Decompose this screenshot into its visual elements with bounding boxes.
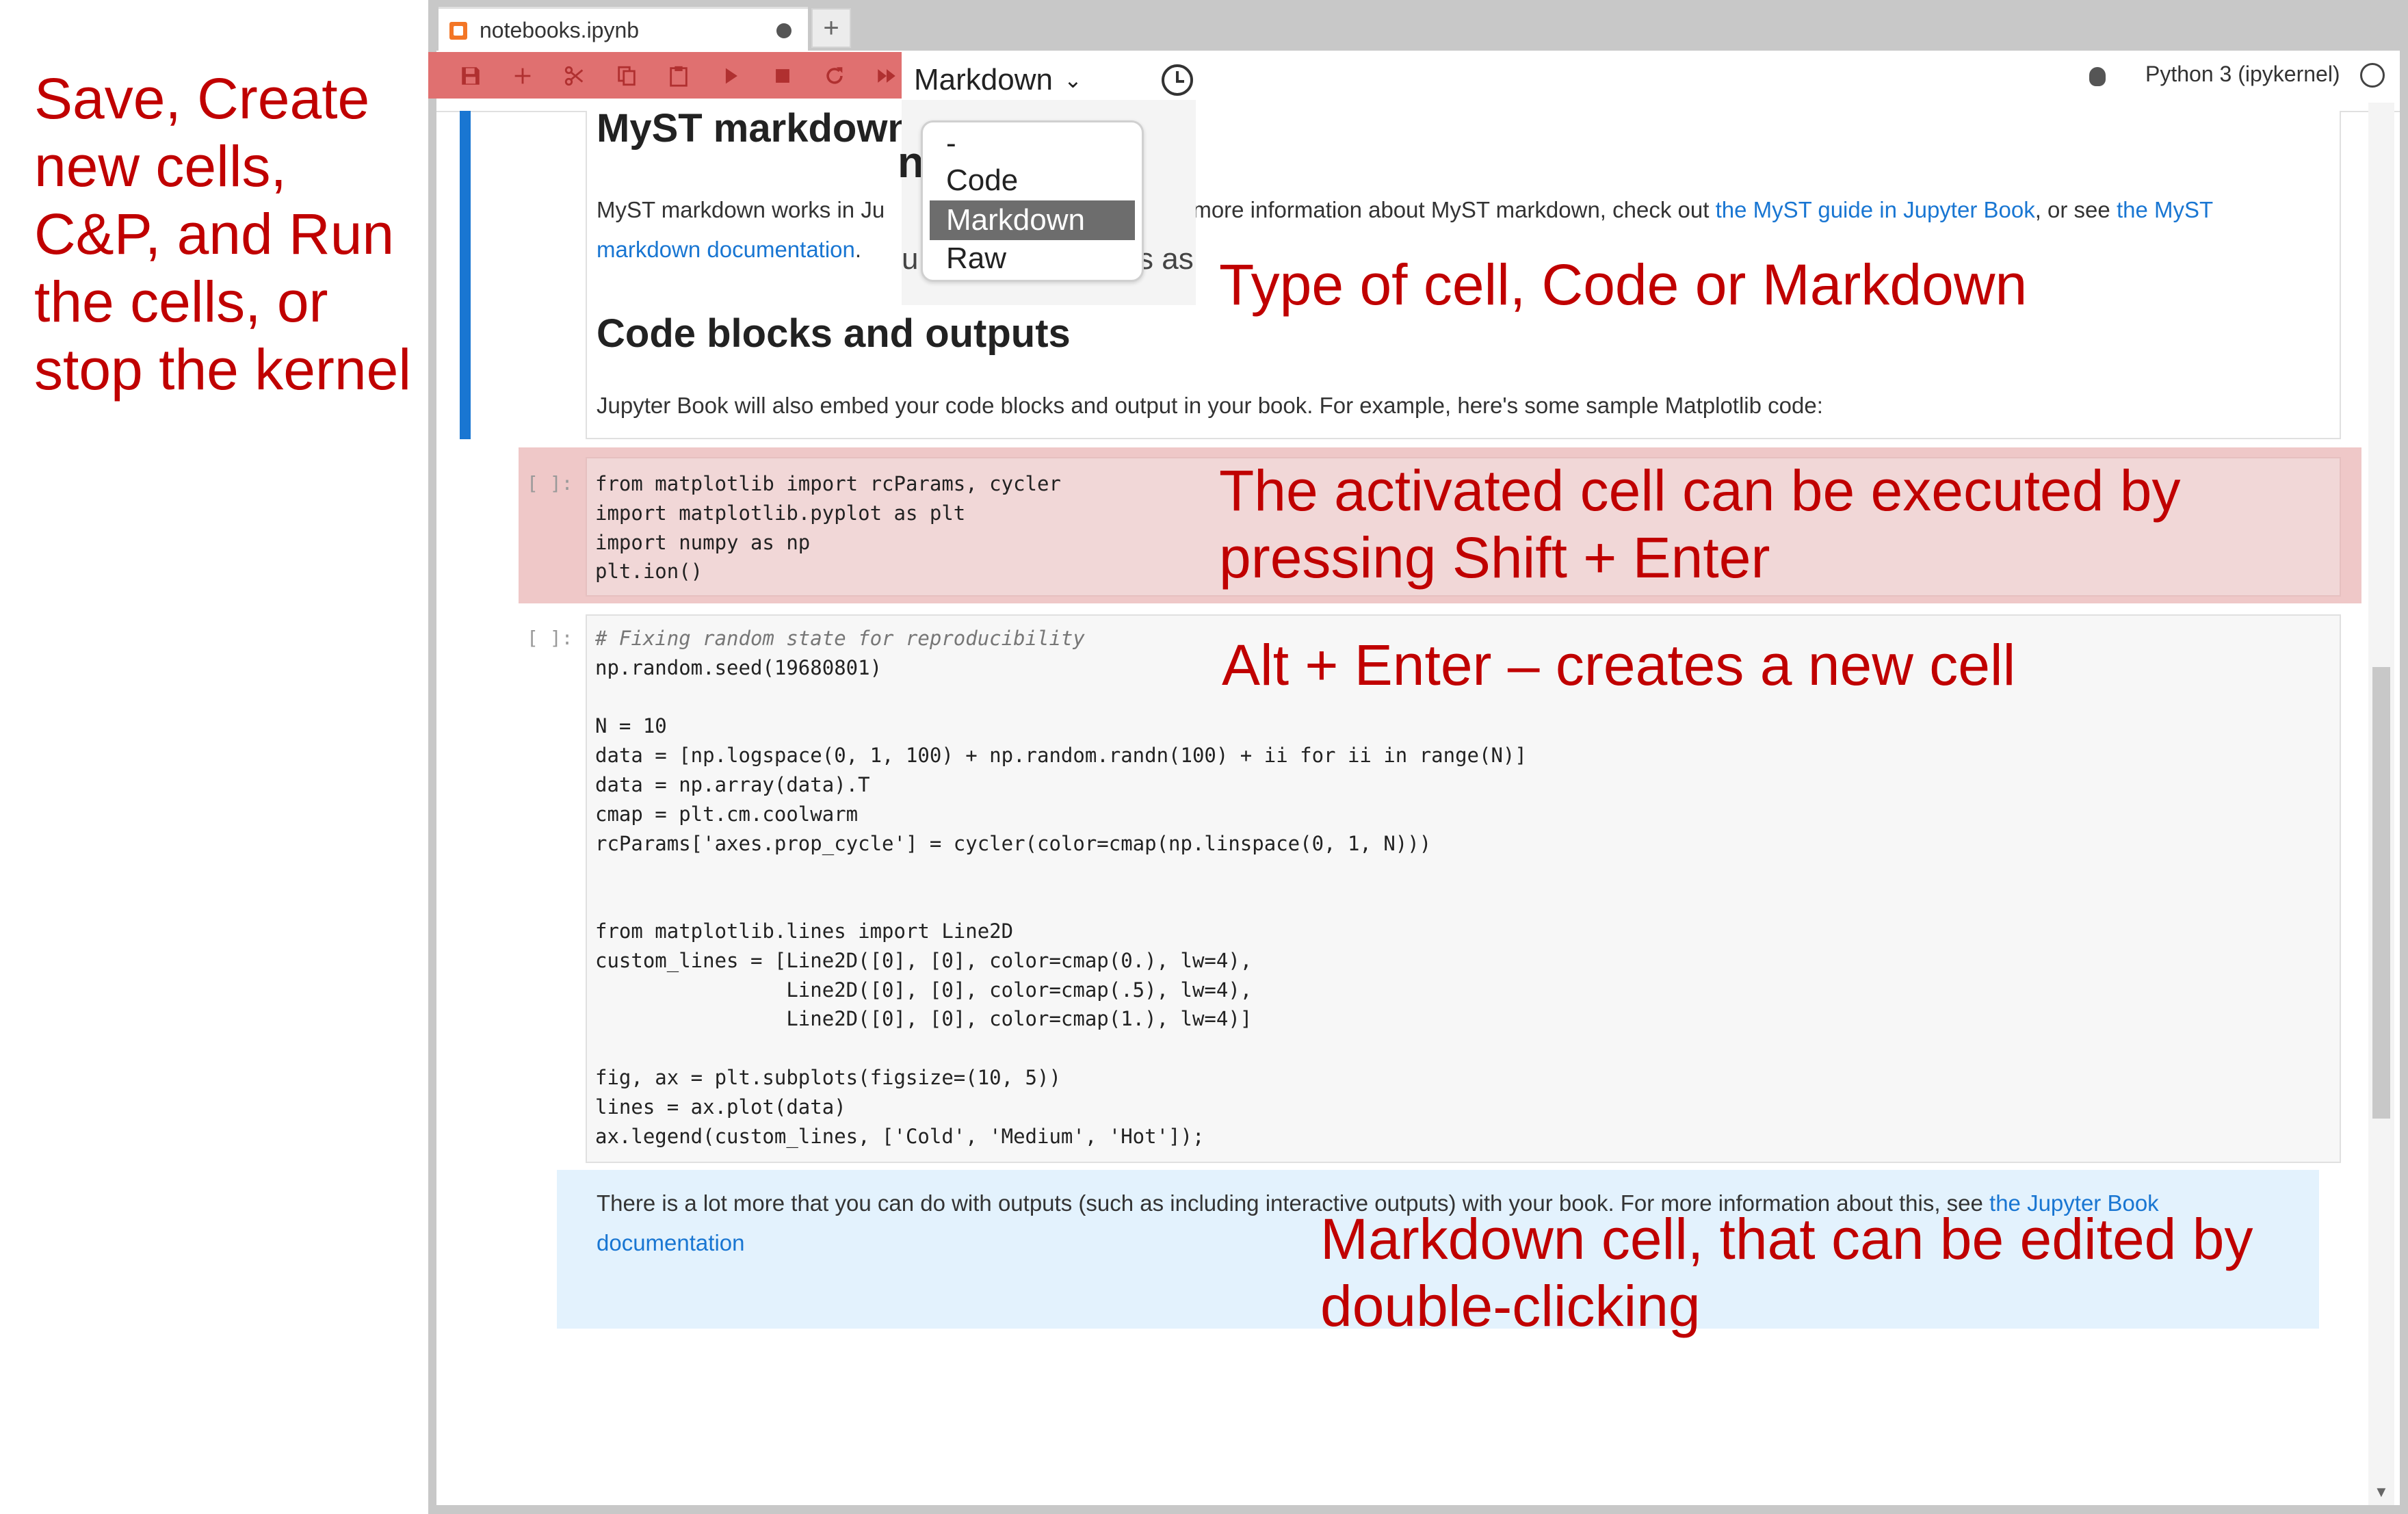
text-part: MyST markdown works in Ju <box>597 197 885 222</box>
cell-type-value: Markdown <box>914 63 1053 96</box>
annotation-line: stop the kernel <box>34 337 412 402</box>
link-myst-guide[interactable]: the MyST guide in Jupyter Book <box>1716 197 2035 222</box>
occluded-text: u <box>902 242 919 276</box>
active-cell-indicator <box>460 111 471 439</box>
notebook-tab[interactable]: notebooks.ipynb <box>439 7 808 52</box>
text-part: . <box>854 237 862 262</box>
scrollbar-thumb[interactable] <box>2372 667 2390 1119</box>
copy-icon[interactable] <box>601 55 653 96</box>
code-line: rcParams['axes.prop_cycle'] = cycler(col… <box>595 831 1432 855</box>
window-frame-bottom <box>428 1505 2408 1514</box>
annotation-toolbar: Save, Create new cells, C&P, and Run the… <box>34 65 417 404</box>
code-line: plt.ion() <box>595 560 703 584</box>
code-line: cmap = plt.cm.coolwarm <box>595 802 859 826</box>
tab-title: notebooks.ipynb <box>480 18 640 42</box>
clock-icon[interactable] <box>1162 64 1193 96</box>
code-cell-2-source[interactable]: # Fixing random state for reproducibilit… <box>595 624 1527 1151</box>
dropdown-option-raw[interactable]: Raw <box>930 239 1135 278</box>
stop-icon[interactable] <box>757 55 809 96</box>
annotation-line: The activated cell can be executed by <box>1219 458 2181 523</box>
restart-icon[interactable] <box>809 55 861 96</box>
dropdown-option-markdown[interactable]: Markdown <box>930 200 1135 240</box>
code-line: from matplotlib import rcParams, cycler <box>595 472 1061 495</box>
annotation-run-cell: The activated cell can be executed by pr… <box>1219 457 2181 591</box>
add-cell-icon[interactable] <box>497 55 549 96</box>
run-icon[interactable] <box>705 55 757 96</box>
chevron-down-icon: ⌄ <box>1063 68 1082 92</box>
cell-prompt: [ ]: <box>527 472 573 495</box>
annotation-line: the cells, or <box>34 270 328 334</box>
heading-myst-markdown: MyST markdown <box>597 106 912 151</box>
annotation-line: C&P, and Run <box>34 202 395 266</box>
cell-type-dropdown: - Code Markdown Raw <box>921 120 1144 282</box>
code-line: lines = ax.plot(data) <box>595 1095 846 1119</box>
paste-icon[interactable] <box>653 55 705 96</box>
annotation-markdown-cell: Markdown cell, that can be edited by dou… <box>1320 1205 2253 1340</box>
link-myst-docs-1[interactable]: the MyST <box>2117 197 2213 222</box>
window-frame-right <box>2400 0 2408 1514</box>
text-part: , or see <box>2034 197 2117 222</box>
toolbar-buttons <box>445 55 913 97</box>
fast-forward-icon[interactable] <box>861 55 913 96</box>
cell-type-select[interactable]: Markdown ⌄ <box>914 57 1082 103</box>
save-icon[interactable] <box>445 55 497 96</box>
link-myst-docs-2[interactable]: markdown documentation <box>597 237 855 262</box>
annotation-line: Save, Create <box>34 66 370 131</box>
code-line: data = np.array(data).T <box>595 772 870 796</box>
annotation-alt-enter: Alt + Enter – creates a new cell <box>1222 633 2016 697</box>
code-line: from matplotlib.lines import Line2D <box>595 919 1014 943</box>
window-frame-left <box>428 0 436 1514</box>
link-jupyter-book-docs-2[interactable]: documentation <box>597 1230 744 1255</box>
scroll-down-arrow-icon[interactable]: ▼ <box>2374 1483 2389 1501</box>
annotation-line: Markdown cell, that can be edited by <box>1320 1207 2253 1271</box>
unsaved-dot-icon[interactable] <box>776 23 791 38</box>
annotation-cell-type: Type of cell, Code or Markdown <box>1219 252 2028 317</box>
new-tab-button[interactable]: + <box>811 8 851 48</box>
code-line: custom_lines = [Line2D([0], [0], color=c… <box>595 948 1253 972</box>
annotation-line: pressing Shift + Enter <box>1219 525 1770 590</box>
code-line: data = [np.logspace(0, 1, 100) + np.rand… <box>595 744 1527 768</box>
text-part: r more information about MyST markdown, … <box>1179 197 1716 222</box>
debugger-bug-icon[interactable] <box>2089 67 2106 86</box>
heading-code-blocks: Code blocks and outputs <box>597 311 1071 356</box>
code-line: Line2D([0], [0], color=cmap(.5), lw=4), <box>595 978 1253 1002</box>
cell-prompt: [ ]: <box>527 627 573 649</box>
code-line: ax.legend(custom_lines, ['Cold', 'Medium… <box>595 1124 1205 1148</box>
cut-icon[interactable] <box>549 55 601 96</box>
paragraph-code-blocks: Jupyter Book will also embed your code b… <box>597 393 1823 418</box>
kernel-name[interactable]: Python 3 (ipykernel) <box>2145 62 2340 87</box>
code-cell-1-source[interactable]: from matplotlib import rcParams, cycler i… <box>595 469 1061 586</box>
notebook-icon <box>449 21 467 40</box>
code-line: N = 10 <box>595 714 667 738</box>
code-line: Line2D([0], [0], color=cmap(1.), lw=4)] <box>595 1007 1253 1031</box>
kernel-status-icon <box>2360 63 2385 88</box>
annotation-line: double-clicking <box>1320 1274 1701 1338</box>
occluded-text: s as <box>1138 242 1194 276</box>
annotation-line: new cells, <box>34 134 287 198</box>
dropdown-option-code[interactable]: Code <box>930 161 1135 200</box>
code-line: import matplotlib.pyplot as plt <box>595 501 966 525</box>
code-line: import numpy as np <box>595 530 811 554</box>
code-line: fig, ax = plt.subplots(figsize=(10, 5)) <box>595 1065 1061 1089</box>
dropdown-option-dash[interactable]: - <box>930 124 1135 164</box>
